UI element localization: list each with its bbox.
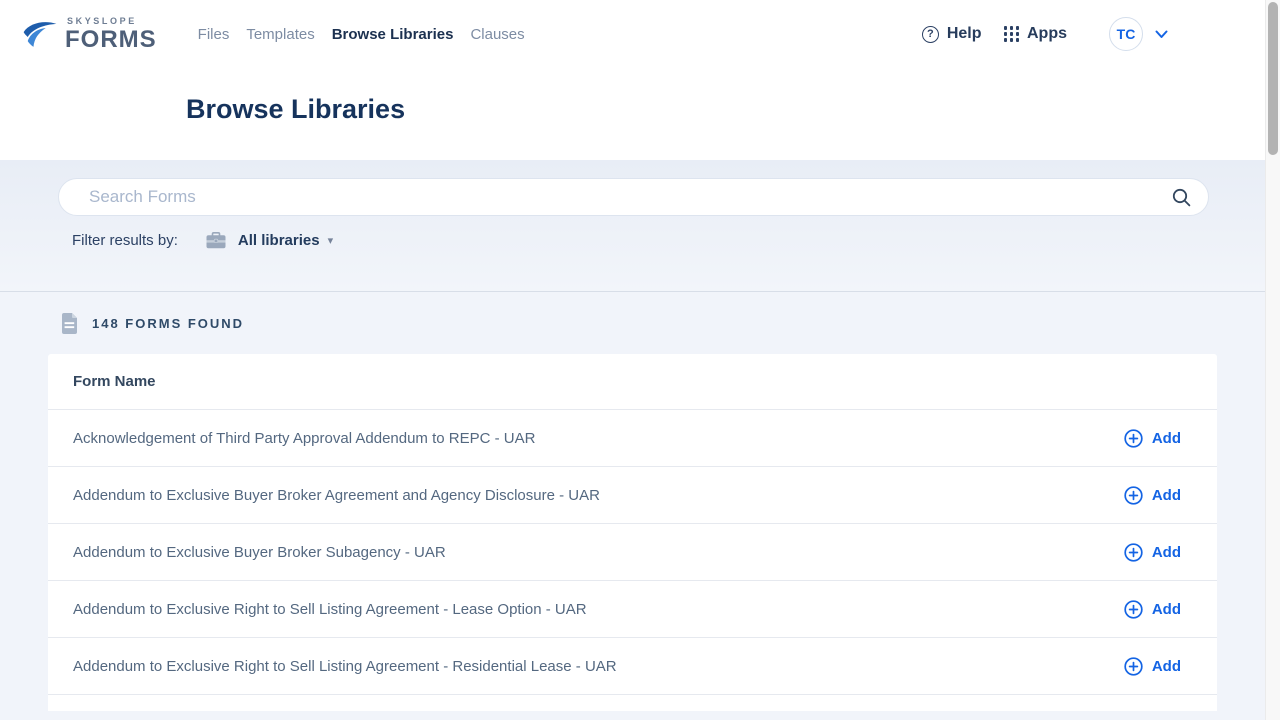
page-scrollbar[interactable] xyxy=(1265,0,1280,720)
library-filter-dropdown[interactable]: All libraries xyxy=(238,232,320,249)
avatar[interactable]: TC xyxy=(1109,17,1143,51)
apps-grid-icon xyxy=(1004,26,1020,42)
form-rows: Acknowledgement of Third Party Approval … xyxy=(48,410,1217,695)
add-button-label: Add xyxy=(1152,544,1181,561)
search-bar xyxy=(58,178,1209,216)
logo-skyslope-label: SKYSLOPE xyxy=(67,17,157,26)
partial-row xyxy=(48,695,1217,711)
forms-table: Form Name Acknowledgement of Third Party… xyxy=(48,354,1217,711)
account-menu-button[interactable] xyxy=(1155,30,1168,39)
skyslope-forms-logo[interactable]: SKYSLOPE FORMS xyxy=(22,14,157,54)
add-button[interactable]: Add xyxy=(1124,600,1181,619)
plus-circle-icon xyxy=(1124,486,1143,505)
plus-circle-icon xyxy=(1124,600,1143,619)
apps-button[interactable]: Apps xyxy=(982,25,1068,43)
main-nav: Files Templates Browse Libraries Clauses xyxy=(198,26,525,43)
add-button-label: Add xyxy=(1152,487,1181,504)
help-icon: ? xyxy=(922,26,939,43)
nav-item-templates[interactable]: Templates xyxy=(246,26,314,43)
form-name: Addendum to Exclusive Buyer Broker Subag… xyxy=(73,544,446,561)
plus-circle-icon xyxy=(1124,543,1143,562)
plus-circle-icon xyxy=(1124,429,1143,448)
table-header-form-name: Form Name xyxy=(48,354,1217,410)
help-label: Help xyxy=(947,25,982,43)
form-name: Addendum to Exclusive Right to Sell List… xyxy=(73,601,587,618)
forms-found-count: 148 FORMS FOUND xyxy=(92,316,244,331)
add-button[interactable]: Add xyxy=(1124,429,1181,448)
nav-item-files[interactable]: Files xyxy=(198,26,230,43)
chevron-down-icon xyxy=(1155,30,1168,39)
add-button[interactable]: Add xyxy=(1124,543,1181,562)
table-row: Addendum to Exclusive Right to Sell List… xyxy=(48,581,1217,638)
form-name: Addendum to Exclusive Buyer Broker Agree… xyxy=(73,487,600,504)
search-icon[interactable] xyxy=(1171,187,1192,208)
logo-forms-label: FORMS xyxy=(65,28,157,52)
add-button-label: Add xyxy=(1152,430,1181,447)
table-row: Addendum to Exclusive Right to Sell List… xyxy=(48,638,1217,695)
add-button-label: Add xyxy=(1152,658,1181,675)
nav-row: SKYSLOPE FORMS Files Templates Browse Li… xyxy=(0,0,1280,68)
add-button-label: Add xyxy=(1152,601,1181,618)
nav-item-browse-libraries[interactable]: Browse Libraries xyxy=(332,26,454,43)
document-icon xyxy=(61,313,78,334)
app-root: SKYSLOPE FORMS Files Templates Browse Li… xyxy=(0,0,1280,720)
filter-row: Filter results by: All libraries ▾ xyxy=(72,232,1280,249)
dropdown-caret-icon[interactable]: ▾ xyxy=(328,234,334,247)
add-button[interactable]: Add xyxy=(1124,657,1181,676)
results-row: 148 FORMS FOUND xyxy=(61,313,1280,334)
form-name: Acknowledgement of Third Party Approval … xyxy=(73,430,535,447)
filter-label: Filter results by: xyxy=(72,232,178,249)
search-section: Filter results by: All libraries ▾ xyxy=(0,160,1280,292)
table-row: Addendum to Exclusive Buyer Broker Agree… xyxy=(48,467,1217,524)
apps-label: Apps xyxy=(1027,25,1067,43)
logo-text: SKYSLOPE FORMS xyxy=(65,17,157,52)
nav-item-clauses[interactable]: Clauses xyxy=(470,26,524,43)
page-title: Browse Libraries xyxy=(186,94,1280,125)
form-name: Addendum to Exclusive Right to Sell List… xyxy=(73,658,617,675)
table-row: Acknowledgement of Third Party Approval … xyxy=(48,410,1217,467)
plus-circle-icon xyxy=(1124,657,1143,676)
search-input[interactable] xyxy=(89,187,1171,207)
add-button[interactable]: Add xyxy=(1124,486,1181,505)
topbar: SKYSLOPE FORMS Files Templates Browse Li… xyxy=(0,0,1280,160)
help-button[interactable]: ? Help xyxy=(922,25,982,43)
table-row: Addendum to Exclusive Buyer Broker Subag… xyxy=(48,524,1217,581)
skyslope-swoosh-icon xyxy=(22,20,58,54)
header-actions: ? Help Apps TC xyxy=(922,17,1168,51)
results-content: 148 FORMS FOUND Form Name Acknowledgemen… xyxy=(0,292,1280,711)
scrollbar-thumb[interactable] xyxy=(1268,2,1278,155)
briefcase-icon xyxy=(206,232,226,249)
